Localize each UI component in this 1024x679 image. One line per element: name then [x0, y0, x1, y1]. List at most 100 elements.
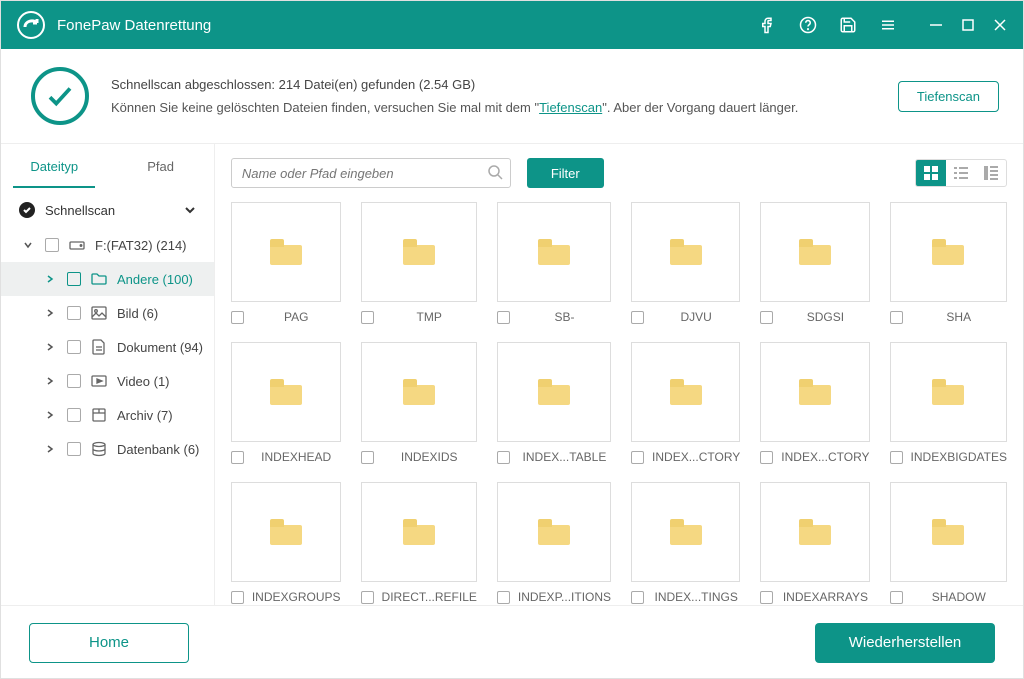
close-button[interactable]: [993, 18, 1007, 32]
file-item[interactable]: INDEXP...ITIONS: [497, 482, 611, 604]
search-input[interactable]: [231, 158, 511, 188]
file-checkbox[interactable]: [631, 451, 644, 464]
file-thumbnail: [760, 202, 869, 302]
view-details-button[interactable]: [976, 160, 1006, 186]
facebook-icon[interactable]: [759, 16, 777, 34]
folder-icon: [670, 379, 702, 405]
file-thumbnail: [231, 482, 341, 582]
file-item[interactable]: SHADOW: [890, 482, 1007, 604]
file-item[interactable]: INDEXHEAD: [231, 342, 341, 464]
drive-checkbox[interactable]: [45, 238, 59, 252]
folder-icon: [799, 519, 831, 545]
folder-icon: [670, 519, 702, 545]
tree-drive[interactable]: F:(FAT32) (214): [1, 228, 214, 262]
tree-category[interactable]: Datenbank (6): [1, 432, 214, 466]
recover-button[interactable]: Wiederherstellen: [815, 623, 995, 663]
archive-icon: [91, 407, 107, 423]
category-checkbox[interactable]: [67, 408, 81, 422]
file-item[interactable]: INDEX...CTORY: [631, 342, 740, 464]
maximize-button[interactable]: [961, 18, 975, 32]
file-label: INDEXP...ITIONS: [518, 590, 611, 604]
file-checkbox[interactable]: [760, 591, 773, 604]
file-checkbox[interactable]: [631, 311, 644, 324]
tree-category[interactable]: Dokument (94): [1, 330, 214, 364]
file-label: INDEXGROUPS: [252, 590, 341, 604]
file-checkbox[interactable]: [890, 591, 903, 604]
view-list-button[interactable]: [946, 160, 976, 186]
minimize-button[interactable]: [929, 18, 943, 32]
file-checkbox[interactable]: [361, 311, 374, 324]
file-item[interactable]: SB-: [497, 202, 611, 324]
file-checkbox[interactable]: [890, 311, 903, 324]
tree-category[interactable]: Bild (6): [1, 296, 214, 330]
file-item[interactable]: INDEX...CTORY: [760, 342, 869, 464]
sidebar: Dateityp Pfad Schnellscan F:(FAT32) (214…: [1, 144, 215, 605]
deepscan-button[interactable]: Tiefenscan: [898, 81, 999, 112]
scan-hint-suffix: ". Aber der Vorgang dauert länger.: [602, 100, 798, 115]
tree-category[interactable]: Video (1): [1, 364, 214, 398]
file-item[interactable]: INDEXIDS: [361, 342, 477, 464]
file-item[interactable]: DIRECT...REFILE: [361, 482, 477, 604]
file-thumbnail: [361, 482, 477, 582]
tree-root-quickscan[interactable]: Schnellscan: [1, 192, 214, 228]
view-grid-button[interactable]: [916, 160, 946, 186]
category-label: Andere (100): [117, 272, 193, 287]
file-checkbox[interactable]: [361, 591, 374, 604]
file-thumbnail: [760, 482, 869, 582]
file-item[interactable]: DJVU: [631, 202, 740, 324]
titlebar: FonePaw Datenrettung: [1, 1, 1023, 49]
scan-status-text: Schnellscan abgeschlossen: 214 Datei(en)…: [111, 73, 898, 96]
save-icon[interactable]: [839, 16, 857, 34]
file-thumbnail: [890, 482, 1007, 582]
file-checkbox[interactable]: [361, 451, 374, 464]
file-item[interactable]: TMP: [361, 202, 477, 324]
file-thumbnail: [631, 482, 740, 582]
category-checkbox[interactable]: [67, 442, 81, 456]
file-checkbox[interactable]: [231, 311, 244, 324]
file-checkbox[interactable]: [231, 591, 244, 604]
category-checkbox[interactable]: [67, 340, 81, 354]
file-item[interactable]: PAG: [231, 202, 341, 324]
folder-icon: [91, 271, 107, 287]
file-checkbox[interactable]: [631, 591, 644, 604]
chevron-right-icon: [43, 444, 57, 454]
scan-hint-prefix: Können Sie keine gelöschten Dateien find…: [111, 100, 539, 115]
file-item[interactable]: SHA: [890, 202, 1007, 324]
file-checkbox[interactable]: [497, 451, 510, 464]
file-thumbnail: [631, 202, 740, 302]
file-item[interactable]: INDEXBIGDATES: [890, 342, 1007, 464]
tree-category[interactable]: Archiv (7): [1, 398, 214, 432]
file-item[interactable]: SDGSI: [760, 202, 869, 324]
file-thumbnail: [497, 202, 611, 302]
file-checkbox[interactable]: [497, 311, 510, 324]
category-checkbox[interactable]: [67, 374, 81, 388]
category-checkbox[interactable]: [67, 272, 81, 286]
folder-icon: [932, 519, 964, 545]
tree-category[interactable]: Andere (100): [1, 262, 214, 296]
home-button[interactable]: Home: [29, 623, 189, 663]
chevron-right-icon: [43, 308, 57, 318]
file-checkbox[interactable]: [231, 451, 244, 464]
help-icon[interactable]: [799, 16, 817, 34]
deepscan-link[interactable]: Tiefenscan: [539, 100, 602, 115]
file-label: INDEX...CTORY: [652, 450, 740, 464]
file-item[interactable]: INDEXGROUPS: [231, 482, 341, 604]
search-icon[interactable]: [487, 164, 503, 183]
file-grid: PAGTMPSB-DJVUSDGSISHA INDEXHEAD INDEXIDS IN…: [231, 202, 1007, 605]
file-thumbnail: [361, 202, 477, 302]
folder-icon: [932, 379, 964, 405]
file-item[interactable]: INDEXARRAYS: [760, 482, 869, 604]
file-checkbox[interactable]: [760, 451, 773, 464]
category-checkbox[interactable]: [67, 306, 81, 320]
file-checkbox[interactable]: [890, 451, 903, 464]
file-label: INDEXIDS: [382, 450, 477, 464]
file-checkbox[interactable]: [760, 311, 773, 324]
file-item[interactable]: INDEX...TABLE: [497, 342, 611, 464]
file-item[interactable]: INDEX...TINGS: [631, 482, 740, 604]
menu-icon[interactable]: [879, 16, 897, 34]
file-checkbox[interactable]: [497, 591, 510, 604]
filter-button[interactable]: Filter: [527, 158, 604, 188]
tab-path[interactable]: Pfad: [107, 144, 213, 188]
tab-filetype[interactable]: Dateityp: [1, 144, 107, 188]
folder-icon: [538, 379, 570, 405]
